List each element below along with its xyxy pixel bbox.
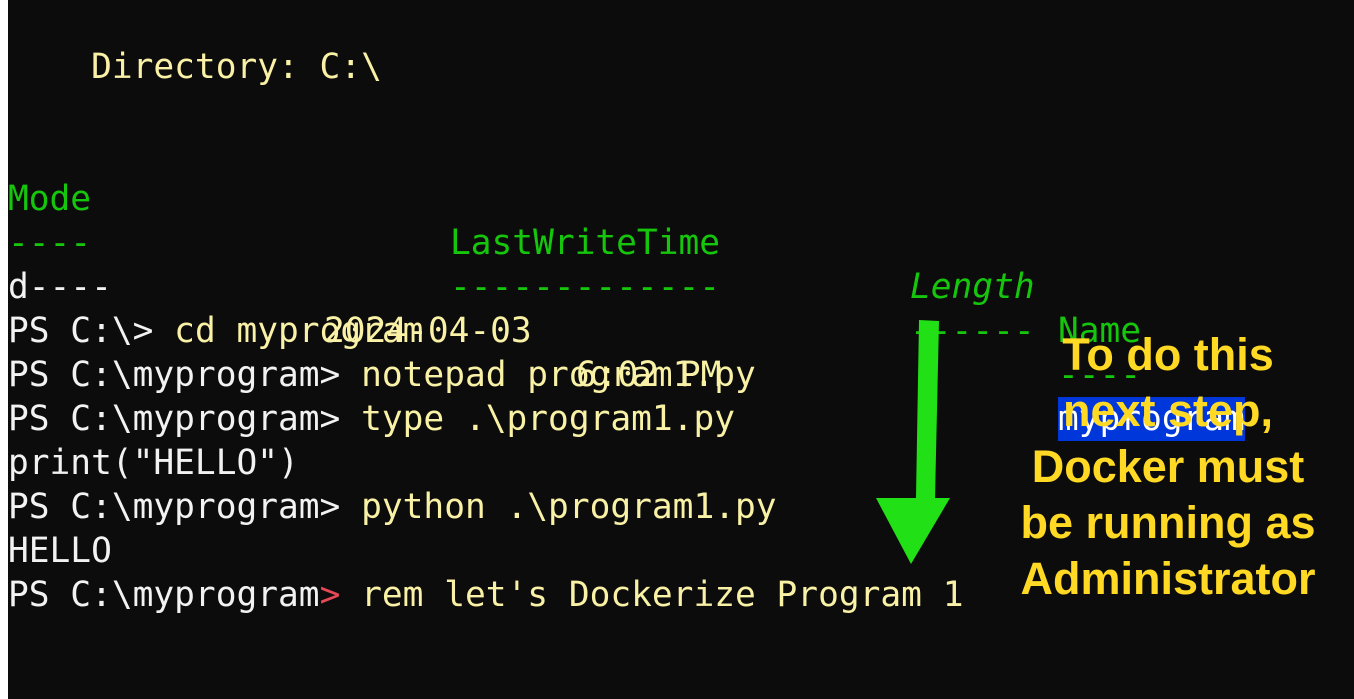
- command: python .\program1.py: [340, 487, 777, 527]
- arrow-down-icon: [876, 320, 950, 564]
- annotation-line: next step,: [1062, 385, 1274, 436]
- annotation-line: Docker must: [1031, 441, 1305, 492]
- annotation-line: Administrator: [1020, 553, 1316, 604]
- terminal-window[interactable]: Directory: C:\ Mode LastWriteTime Length…: [8, 0, 1354, 699]
- annotation-callout: To do this next step, Docker must be run…: [1008, 327, 1328, 607]
- terminal-output: print("HELLO"): [8, 441, 299, 485]
- column-underlines: ---- ------------- ------ ----: [8, 177, 1141, 395]
- terminal-line: PS C:\myprogram> python .\program1.py: [8, 485, 777, 529]
- annotation-line: be running as: [1020, 497, 1316, 548]
- header-length: Length: [910, 267, 1035, 307]
- directory-row: d---- 2024-04-03 6:02 PM myprogram: [8, 221, 1245, 441]
- row-mode: d----: [8, 267, 112, 307]
- underline-lastwritetime: -------------: [450, 267, 721, 307]
- directory-line: Directory: C:\: [8, 45, 382, 89]
- directory-label: Directory: C:\: [8, 47, 382, 87]
- header-lastwritetime: LastWriteTime: [450, 223, 721, 263]
- command: cd myprogram: [153, 311, 424, 351]
- terminal-line: PS C:\myprogram> notepad program1.py: [8, 353, 756, 397]
- terminal-output: HELLO: [8, 529, 112, 573]
- output-text: HELLO: [8, 531, 112, 571]
- annotation-line: To do this: [1062, 329, 1274, 380]
- command: notepad program1.py: [340, 355, 756, 395]
- column-headers: Mode LastWriteTime Length Name: [8, 133, 1141, 351]
- prompt: PS C:\myprogram: [8, 575, 320, 615]
- output-text: print("HELLO"): [8, 443, 299, 483]
- prompt: PS C:\myprogram>: [8, 355, 341, 395]
- prompt: PS C:\myprogram>: [8, 487, 341, 527]
- terminal-line: PS C:\myprogram> type .\program1.py: [8, 397, 735, 441]
- terminal-line: PS C:\> cd myprogram: [8, 309, 423, 353]
- current-command[interactable]: rem let's Dockerize Program 1: [340, 575, 963, 615]
- prompt: PS C:\>: [8, 311, 154, 351]
- prompt: PS C:\myprogram>: [8, 399, 341, 439]
- command: type .\program1.py: [340, 399, 735, 439]
- terminal-input-line[interactable]: PS C:\myprogram> rem let's Dockerize Pro…: [8, 573, 963, 617]
- prompt-caret: >: [319, 575, 341, 615]
